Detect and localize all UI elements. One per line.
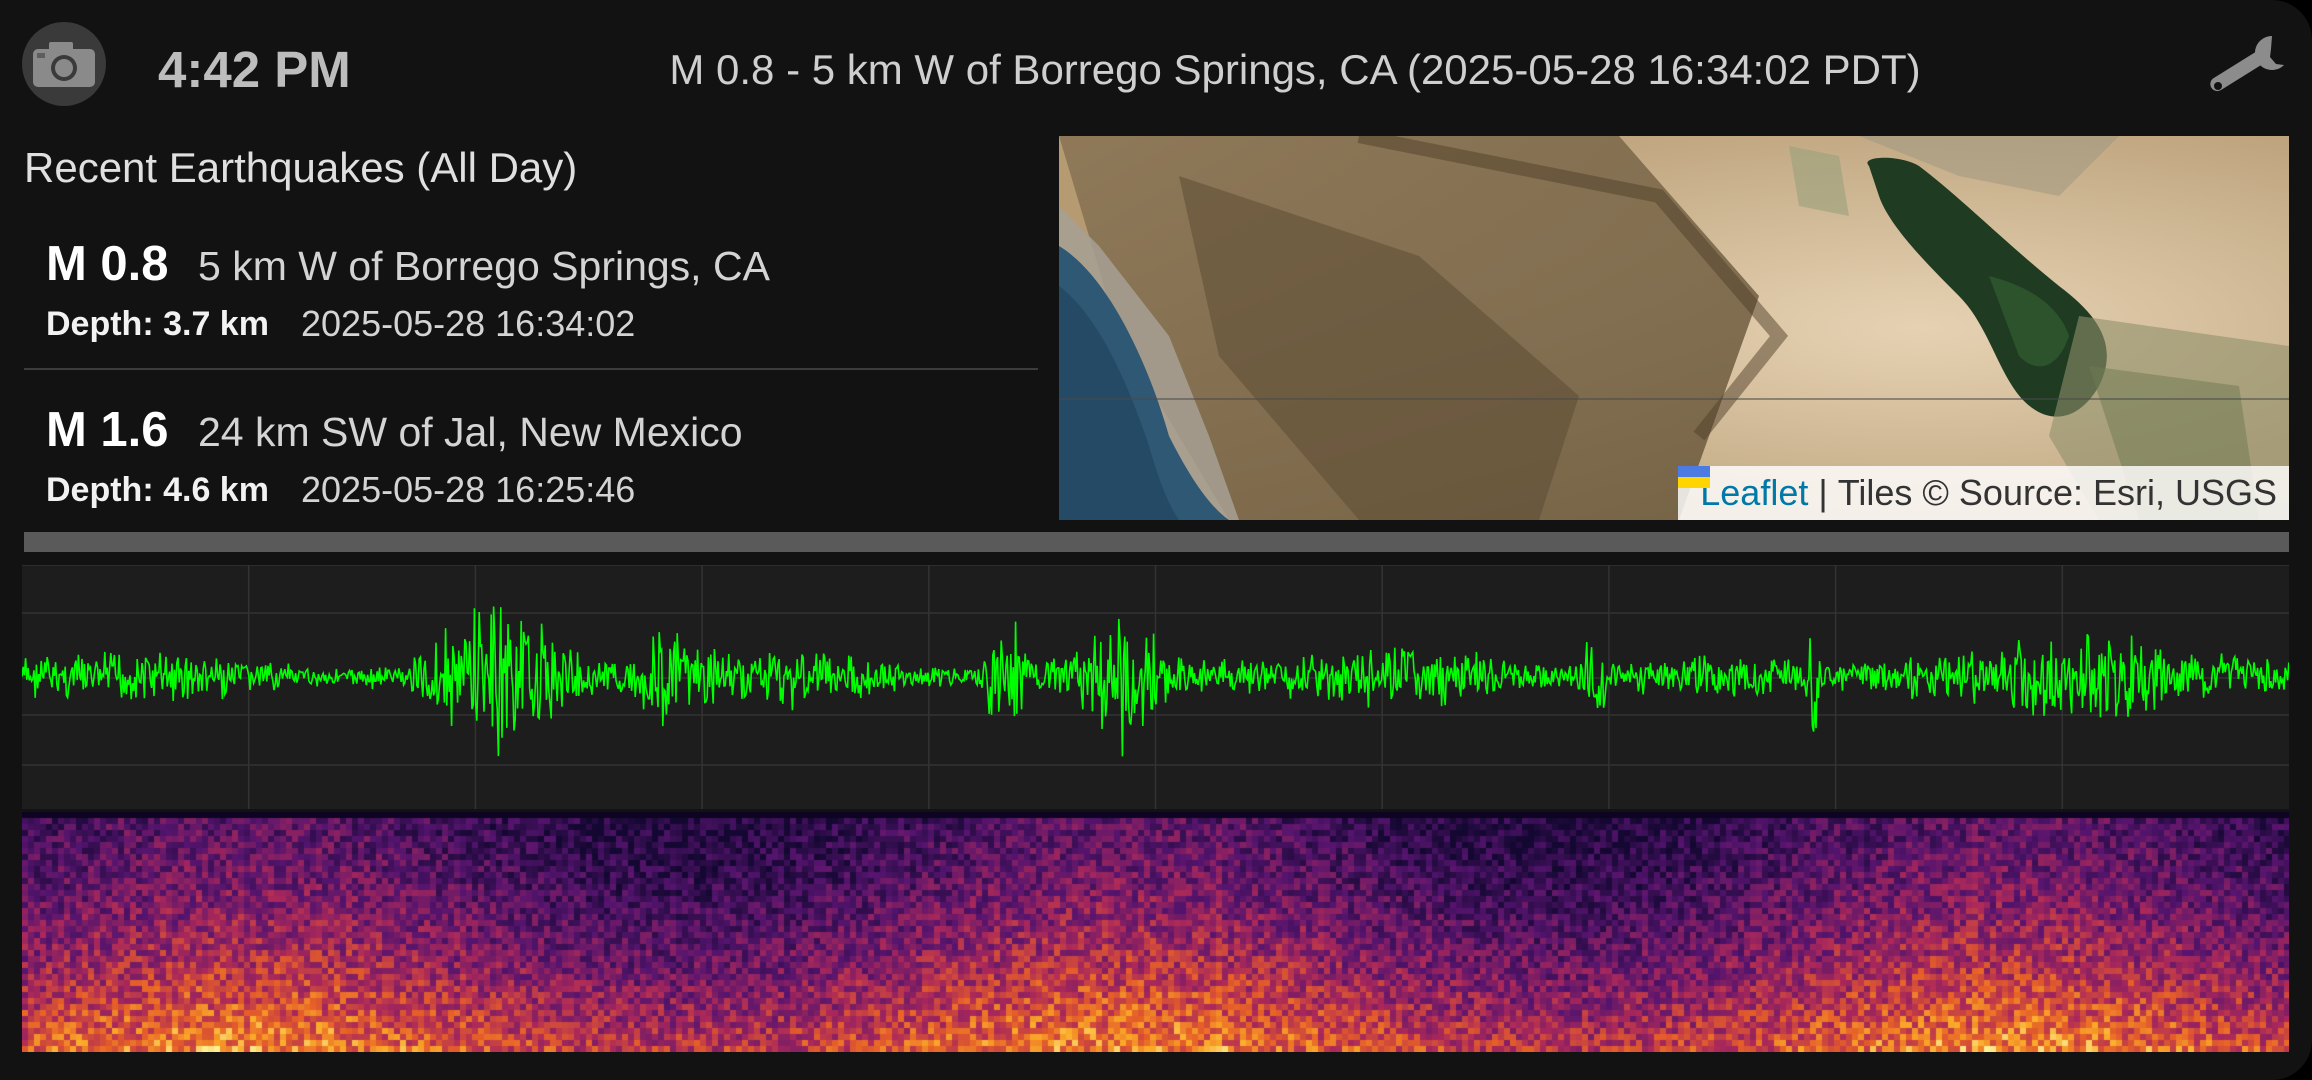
quake-list-item[interactable]: M 0.8 5 km W of Borrego Springs, CA Dept…: [24, 210, 1038, 370]
clock-time: 4:42 PM: [158, 41, 351, 98]
ukraine-flag-icon: [1678, 466, 1711, 488]
wrench-icon: [2210, 35, 2284, 92]
camera-icon: [33, 42, 95, 87]
quake-magnitude: M 0.8: [46, 237, 169, 291]
tiles-attribution: Tiles © Source: Esri, USGS: [1837, 472, 2277, 513]
selected-event-title: M 0.8 - 5 km W of Borrego Springs, CA (2…: [669, 46, 1921, 93]
quake-magnitude: M 1.6: [46, 403, 169, 457]
spectrogram-plot: [22, 812, 2289, 1052]
quake-time: 2025-05-28 16:34:02: [301, 303, 636, 344]
leaflet-link[interactable]: Leaflet: [1700, 472, 1808, 514]
quake-time: 2025-05-28 16:25:46: [301, 469, 636, 510]
recent-earthquakes-title: Recent Earthquakes (All Day): [24, 144, 578, 191]
camera-button[interactable]: [22, 22, 106, 106]
quake-depth: Depth: 3.7 km: [46, 305, 269, 343]
spectrogram-image: [22, 812, 2289, 1052]
settings-button[interactable]: [2198, 30, 2290, 102]
seismogram-plot: [21, 564, 2290, 809]
quake-place: 5 km W of Borrego Springs, CA: [198, 243, 770, 289]
earthquake-map[interactable]: Leaflet | Tiles © Source: Esri, USGS: [1059, 136, 2289, 520]
quake-depth: Depth: 4.6 km: [46, 471, 269, 509]
timeline-scrollbar[interactable]: [24, 532, 2289, 552]
quake-list-item[interactable]: M 1.6 24 km SW of Jal, New Mexico Depth:…: [24, 376, 1038, 536]
satellite-tiles: [1059, 136, 2289, 520]
seismogram-waveform: [21, 564, 2290, 809]
map-attribution: Leaflet | Tiles © Source: Esri, USGS: [1678, 466, 2289, 520]
app-screen: 4:42 PM M 0.8 - 5 km W of Borrego Spring…: [0, 0, 2312, 1080]
quake-place: 24 km SW of Jal, New Mexico: [198, 409, 743, 455]
attribution-separator: |: [1818, 472, 1828, 513]
